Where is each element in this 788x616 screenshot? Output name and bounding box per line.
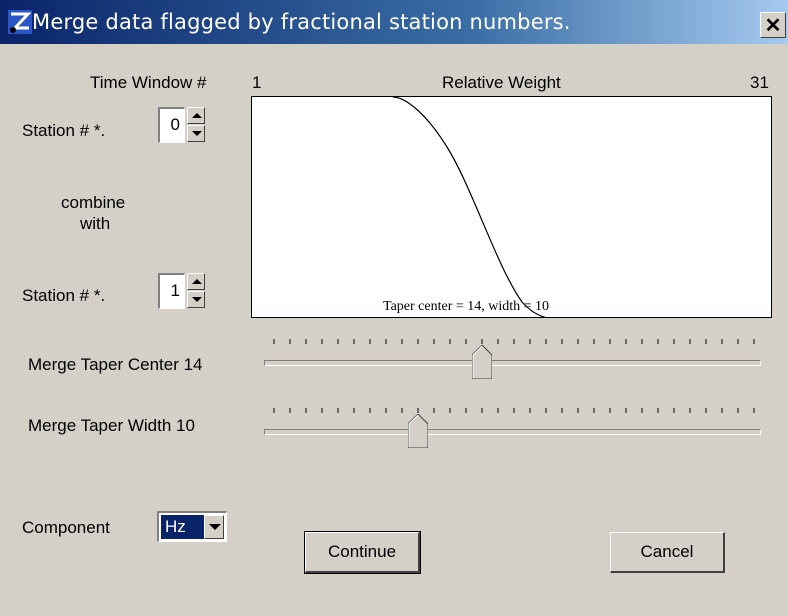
with-label: with (80, 214, 111, 233)
range-start-label: 1 (252, 73, 262, 92)
cancel-button[interactable]: Cancel (610, 532, 725, 573)
weight-plot: Taper center = 14, width = 10 (251, 96, 772, 318)
arrow-up-icon (192, 279, 202, 284)
arrow-down-icon (192, 297, 202, 302)
title-bar[interactable]: Merge data flagged by fractional station… (0, 0, 788, 44)
taper-width-thumb[interactable] (408, 414, 428, 448)
time-window-label: Time Window # (90, 73, 207, 92)
slider-ticks (273, 339, 755, 344)
continue-button[interactable]: Continue (304, 531, 421, 574)
range-end-label: 31 (750, 73, 769, 92)
station1-down-button[interactable] (187, 125, 205, 142)
plot-caption: Taper center = 14, width = 10 (383, 299, 550, 314)
component-value[interactable]: Hz (161, 515, 207, 539)
station2-label: Station # *. (22, 286, 106, 305)
station1-up-button[interactable] (187, 107, 205, 124)
taper-width-slider[interactable] (264, 407, 764, 457)
chevron-down-icon (209, 524, 221, 530)
close-icon: ✕ (764, 14, 782, 37)
component-dropdown-button[interactable] (204, 515, 224, 539)
slider-track[interactable] (264, 360, 761, 366)
station1-spinner[interactable]: 0 (158, 107, 218, 143)
arrow-down-icon (192, 131, 202, 136)
station2-spinner[interactable]: 1 (158, 273, 218, 309)
taper-curve-line (392, 97, 547, 317)
station2-down-button[interactable] (187, 291, 205, 308)
app-logo-icon (8, 10, 32, 34)
station2-up-button[interactable] (187, 273, 205, 290)
station1-value[interactable]: 0 (158, 107, 185, 143)
slider-track[interactable] (264, 429, 761, 435)
combine-label: combine (61, 193, 126, 212)
dialog-window: Merge data flagged by fractional station… (0, 0, 788, 616)
arrow-up-icon (192, 113, 202, 118)
taper-curve-graph (392, 97, 547, 317)
relative-weight-label: Relative Weight (442, 73, 561, 92)
component-select[interactable]: Hz (157, 511, 227, 542)
component-label: Component (22, 518, 110, 537)
slider-ticks (273, 408, 755, 413)
taper-center-label: Merge Taper Center 14 (28, 355, 203, 374)
station1-label: Station # *. (22, 121, 106, 140)
taper-width-label: Merge Taper Width 10 (28, 416, 195, 435)
taper-center-thumb[interactable] (472, 345, 492, 379)
station2-value[interactable]: 1 (158, 273, 185, 309)
taper-center-slider[interactable] (264, 338, 764, 388)
window-title: Merge data flagged by fractional station… (32, 10, 571, 34)
close-button[interactable]: ✕ (760, 12, 786, 38)
